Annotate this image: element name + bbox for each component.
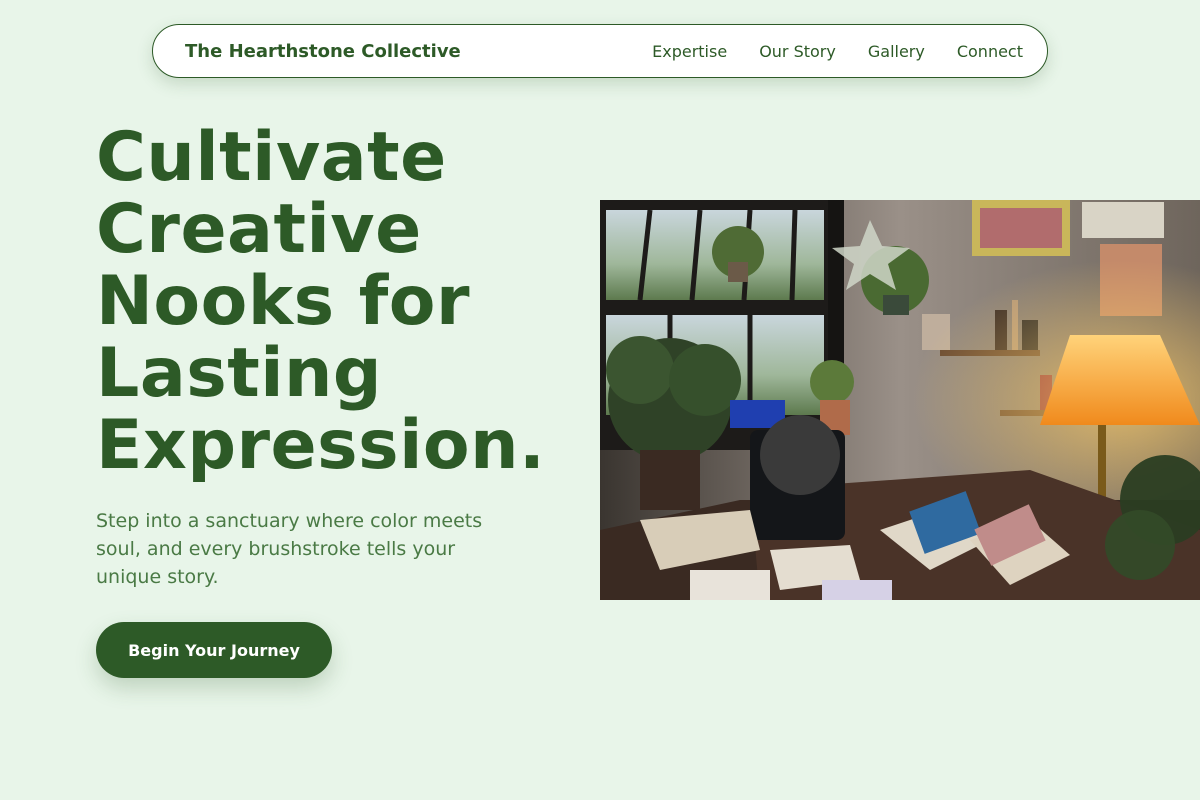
- hero-title-line: Nooks for: [96, 262, 471, 341]
- nav-link-connect[interactable]: Connect: [957, 42, 1023, 61]
- begin-journey-button[interactable]: Begin Your Journey: [96, 622, 332, 678]
- hero-subtitle: Step into a sanctuary where color meets …: [96, 510, 483, 588]
- nav-link-our-story[interactable]: Our Story: [759, 42, 836, 61]
- nav-link-expertise[interactable]: Expertise: [652, 42, 727, 61]
- hero-title-line: Expression.: [96, 406, 546, 485]
- hero-title-line: Creative: [96, 190, 422, 269]
- top-nav: The Hearthstone Collective Expertise Our…: [152, 24, 1048, 78]
- hero-title: Cultivate Creative Nooks for Lasting Exp…: [96, 122, 596, 482]
- hero-title-line: Lasting: [96, 334, 383, 413]
- studio-photo: [600, 200, 1200, 600]
- nav-link-gallery[interactable]: Gallery: [868, 42, 925, 61]
- nav-links: Expertise Our Story Gallery Connect: [652, 42, 1023, 61]
- hero-title-line: Cultivate: [96, 118, 447, 197]
- page: The Hearthstone Collective Expertise Our…: [0, 0, 1200, 800]
- brand-logo[interactable]: The Hearthstone Collective: [185, 41, 461, 62]
